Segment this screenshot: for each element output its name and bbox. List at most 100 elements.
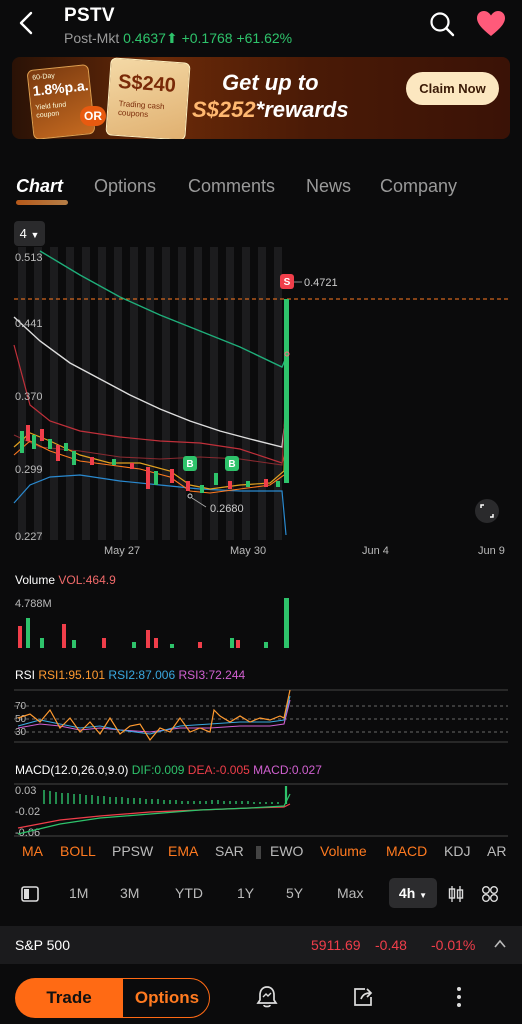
tab-chart[interactable]: Chart (16, 176, 63, 197)
macd-histogram (43, 786, 288, 804)
market-index-bar[interactable]: S&P 500 5911.69 -0.48 -0.01% (0, 926, 522, 964)
active-tab-underline (16, 200, 68, 205)
banner-reward: S$252*rewards (192, 97, 349, 123)
indicator-kdj[interactable]: KDJ (444, 843, 470, 859)
indicator-row: MA BOLL PPSW EMA SAR EWO Volume MACD KDJ… (0, 843, 522, 865)
macd-y-tick: 0.03 (15, 785, 36, 797)
indicator-ppsw[interactable]: PPSW (112, 843, 153, 859)
chart-period-selector[interactable]: 4 ▼ (14, 221, 45, 246)
back-arrow-icon[interactable] (12, 8, 42, 38)
volume-chart[interactable]: 4.788M (0, 590, 522, 652)
timeframe-max[interactable]: Max (337, 885, 363, 901)
buy-marker-label: B (186, 459, 193, 470)
price-change-pct: +61.62% (236, 30, 293, 46)
promo-banner[interactable]: 60-Day 1.8%p.a. Yield fund coupon S$240 … (12, 57, 510, 139)
timeframe-3m[interactable]: 3M (120, 885, 139, 901)
price-alert-bell-icon[interactable] (255, 984, 279, 1010)
banner-headline: Get up to (222, 70, 319, 95)
timeframe-ytd[interactable]: YTD (175, 885, 203, 901)
options-button[interactable]: Options (110, 978, 210, 1018)
fullscreen-icon[interactable] (475, 499, 499, 523)
indicator-volume[interactable]: Volume (320, 843, 367, 859)
watchlist-heart-icon[interactable] (476, 10, 506, 38)
rsi3-value: RSI3:72.244 (178, 668, 246, 682)
last-price-label: 0.4721 (304, 277, 338, 289)
indicator-boll[interactable]: BOLL (60, 843, 96, 859)
candlestick-type-icon[interactable] (447, 884, 465, 904)
volume-header: Volume VOL:464.9 (15, 573, 116, 587)
share-icon[interactable] (351, 985, 375, 1009)
post-market-quote: Post-Mkt 0.4637⬆ +0.1768 +61.62% (64, 30, 292, 47)
claim-now-button[interactable]: Claim Now (406, 72, 499, 105)
macd-y-tick: -0.02 (15, 806, 40, 818)
coupon-description: Trading cash coupons (117, 98, 165, 120)
indicator-macd[interactable]: MACD (386, 843, 427, 859)
rsi-header: RSI RSI1:95.101 RSI2:87.006 RSI3:72.244 (15, 668, 245, 682)
x-tick: May 30 (230, 545, 266, 557)
x-tick: May 27 (104, 545, 140, 557)
reward-amount: S$252 (192, 97, 256, 122)
y-tick: 0.441 (15, 318, 43, 330)
price-change: +0.1768 (181, 30, 233, 46)
rsi-chart[interactable]: 70 50 30 (0, 688, 522, 744)
low-point-dot (187, 493, 193, 499)
rsi2-value: RSI2:87.006 (108, 668, 176, 682)
sell-marker[interactable]: S (280, 274, 294, 289)
yield-coupon-card: 60-Day 1.8%p.a. Yield fund coupon (26, 63, 96, 139)
volume-max-label: 4.788M (15, 598, 52, 610)
indicator-ema[interactable]: EMA (168, 843, 198, 859)
x-tick: Jun 4 (362, 545, 389, 557)
indicator-ewo[interactable]: EWO (270, 843, 303, 859)
ticker-symbol: PSTV (64, 5, 115, 26)
tab-options[interactable]: Options (94, 176, 156, 197)
y-tick: 0.227 (15, 531, 43, 543)
detail-tabs: Chart Options Comments News Company (0, 176, 522, 208)
trade-button[interactable]: Trade (15, 978, 123, 1018)
coupon-description: Yield fund coupon (35, 101, 67, 120)
more-options-icon[interactable] (453, 984, 465, 1010)
up-arrow-icon: ⬆ (165, 30, 178, 46)
bottom-action-bar: Options Trade (0, 964, 522, 1024)
index-name: S&P 500 (15, 937, 71, 953)
price-chart[interactable]: S 0.4721 B B 0.2680 0.513 0.441 0.370 0.… (0, 245, 522, 560)
macd-header: MACD(12.0,26.0,9.0) DIF:0.009 DEA:-0.005… (15, 763, 322, 777)
rsi-title: RSI (15, 668, 36, 682)
layout-toggle-icon[interactable] (20, 884, 40, 904)
macd-value: MACD:0.027 (253, 763, 322, 777)
options-button-label: Options (134, 988, 200, 1007)
index-change: -0.48 (375, 937, 407, 953)
volume-value: VOL:464.9 (58, 573, 116, 587)
low-price-label: 0.2680 (210, 503, 244, 515)
indicator-ar[interactable]: AR (487, 843, 506, 859)
tab-comments[interactable]: Comments (188, 176, 275, 197)
coupon-amount: S$240 (117, 70, 177, 97)
rsi2-line (17, 695, 291, 735)
indicator-ma[interactable]: MA (22, 843, 43, 859)
tab-company[interactable]: Company (380, 176, 457, 197)
buy-marker-label: B (228, 459, 235, 470)
buy-marker[interactable]: B (183, 456, 197, 471)
timeframe-1m[interactable]: 1M (69, 885, 88, 901)
indicator-divider (256, 846, 261, 859)
indicator-sar[interactable]: SAR (215, 843, 244, 859)
rsi-level: 30 (15, 727, 27, 738)
cash-coupon-card: S$240 Trading cash coupons (105, 57, 191, 139)
index-value: 5911.69 (311, 937, 361, 953)
timeframe-5y[interactable]: 5Y (286, 885, 303, 901)
session-bands (18, 247, 282, 540)
chevron-up-icon[interactable] (494, 939, 506, 949)
timeframe-active-selector[interactable]: 4h ▼ (389, 878, 437, 908)
buy-marker[interactable]: B (225, 456, 239, 471)
macd-chart[interactable]: 0.03 -0.02 -0.06 (0, 782, 522, 838)
macd-title: MACD(12.0,26.0,9.0) (15, 763, 129, 777)
y-tick: 0.299 (15, 464, 43, 476)
search-icon[interactable] (428, 10, 456, 38)
grid-settings-icon[interactable] (480, 884, 500, 904)
macd-dif-value: DIF:0.009 (131, 763, 185, 777)
tab-news[interactable]: News (306, 176, 351, 197)
timeframe-1y[interactable]: 1Y (237, 885, 254, 901)
rsi3-line (17, 699, 291, 733)
period-value: 4 (19, 226, 27, 241)
macd-dea-value: DEA:-0.005 (187, 763, 250, 777)
post-market-price: 0.4637 (123, 30, 166, 46)
